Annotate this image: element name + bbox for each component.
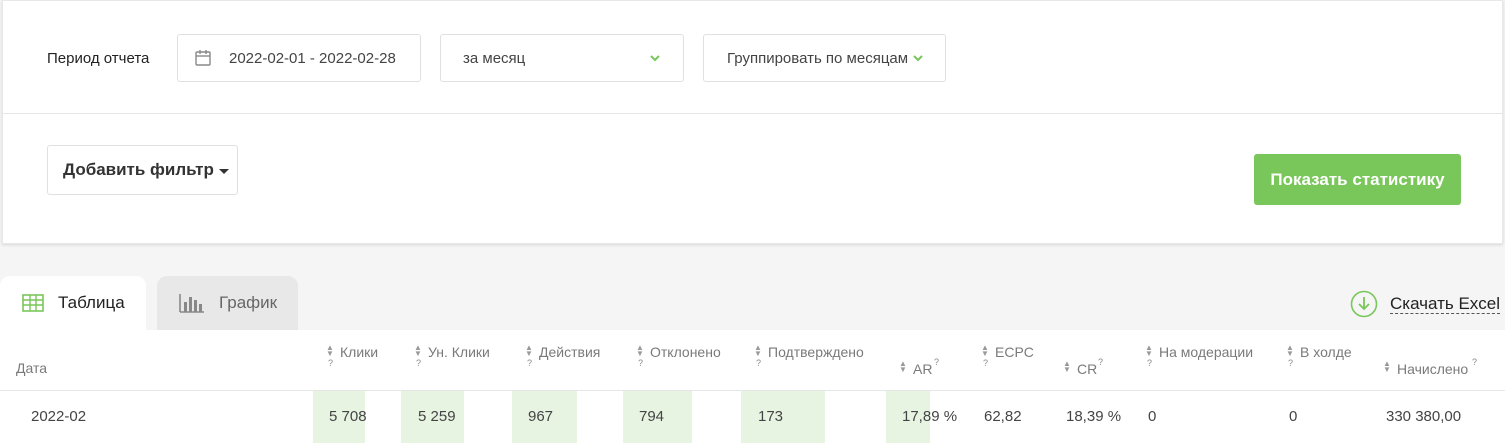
sort-icon[interactable]: ▲ ▼ — [1145, 344, 1153, 358]
header-hold[interactable]: В холде — [1300, 344, 1352, 360]
period-label: Период отчета — [47, 50, 150, 67]
chevron-down-icon — [913, 55, 923, 62]
help-icon[interactable]: ? — [756, 358, 761, 368]
cell-hold: 0 — [1289, 408, 1298, 425]
group-by-value: Группировать по месяцам — [727, 49, 909, 67]
help-icon[interactable]: ? — [983, 358, 988, 368]
download-excel-button[interactable]: Скачать Excel — [1350, 289, 1501, 319]
date-range-picker[interactable]: 2022-02-01 - 2022-02-28 — [177, 34, 421, 82]
header-actions[interactable]: Действия — [539, 344, 600, 360]
header-cr[interactable]: CR — [1077, 361, 1097, 377]
sort-icon[interactable]: ▲ ▼ — [414, 344, 422, 358]
sort-icon[interactable]: ▲ ▼ — [636, 344, 644, 358]
download-icon — [1350, 290, 1378, 318]
header-ar[interactable]: AR — [913, 361, 932, 377]
sort-icon[interactable]: ▲ ▼ — [525, 344, 533, 358]
period-select-value: за месяц — [463, 49, 526, 67]
tab-table-label: Таблица — [58, 293, 125, 312]
sort-icon[interactable]: ▲ ▼ — [754, 344, 762, 358]
header-moderation[interactable]: На модерации — [1159, 344, 1253, 360]
panel-divider — [3, 113, 1502, 114]
sort-icon[interactable]: ▲ ▼ — [981, 344, 989, 358]
header-unique-clicks[interactable]: Ун. Клики — [428, 344, 490, 360]
stats-table: Дата ▲ ▼ Клики ? ▲ ▼ Ун. Клики ? ▲ ▼ Действ… — [0, 330, 1505, 443]
header-accrued[interactable]: Начислено — [1397, 361, 1468, 377]
header-date: Дата — [16, 360, 48, 376]
calendar-icon — [195, 50, 211, 66]
help-icon[interactable]: ? — [638, 358, 643, 368]
date-range-value: 2022-02-01 - 2022-02-28 — [229, 49, 396, 67]
cell-ecpc: 62,82 — [984, 408, 1022, 425]
add-filter-label: Добавить фильтр — [63, 160, 214, 179]
tab-chart-label: График — [219, 293, 278, 312]
help-icon[interactable]: ? — [1472, 357, 1477, 367]
add-filter-button[interactable]: Добавить фильтр — [47, 145, 238, 195]
table-icon — [22, 294, 44, 312]
header-divider — [0, 390, 1505, 391]
help-icon[interactable]: ? — [1147, 358, 1152, 368]
bar-chart-icon — [179, 294, 204, 313]
cell-actions: 967 — [528, 408, 554, 425]
cell-rejected: 794 — [639, 408, 665, 425]
cell-moderation: 0 — [1148, 408, 1157, 425]
help-icon[interactable]: ? — [1288, 358, 1293, 368]
sort-icon[interactable]: ▲ ▼ — [899, 360, 907, 374]
cell-unique-clicks: 5 259 — [418, 408, 456, 425]
filters-panel: Период отчета 2022-02-01 - 2022-02-28 за… — [2, 0, 1503, 244]
chevron-down-icon — [650, 55, 660, 62]
header-clicks[interactable]: Клики — [340, 344, 378, 360]
header-confirmed[interactable]: Подтверждено — [768, 344, 864, 360]
download-excel-label: Скачать Excel — [1390, 294, 1501, 314]
cell-ar: 17,89 % — [902, 408, 958, 425]
tab-chart[interactable]: График — [157, 276, 298, 330]
help-icon[interactable]: ? — [934, 357, 939, 367]
header-rejected[interactable]: Отклонено — [650, 344, 721, 360]
period-select[interactable]: за месяц — [440, 34, 684, 82]
show-statistics-button[interactable]: Показать статистику — [1254, 154, 1461, 205]
cell-accrued: 330 380,00 — [1386, 408, 1462, 425]
help-icon[interactable]: ? — [527, 358, 532, 368]
caret-down-icon — [218, 168, 229, 174]
sort-icon[interactable]: ▲ ▼ — [326, 344, 334, 358]
sort-icon[interactable]: ▲ ▼ — [1286, 344, 1294, 358]
tab-table[interactable]: Таблица — [0, 276, 146, 330]
cell-cr: 18,39 % — [1066, 408, 1122, 425]
sort-icon[interactable]: ▲ ▼ — [1383, 360, 1391, 374]
cell-clicks: 5 708 — [329, 408, 367, 425]
help-icon[interactable]: ? — [328, 358, 333, 368]
group-by-select[interactable]: Группировать по месяцам — [703, 34, 946, 82]
help-icon[interactable]: ? — [1098, 357, 1103, 367]
cell-date: 2022-02 — [31, 408, 87, 425]
cell-confirmed: 173 — [758, 408, 784, 425]
header-ecpc[interactable]: ECPC — [995, 344, 1034, 360]
help-icon[interactable]: ? — [416, 358, 421, 368]
sort-icon[interactable]: ▲ ▼ — [1063, 360, 1071, 374]
